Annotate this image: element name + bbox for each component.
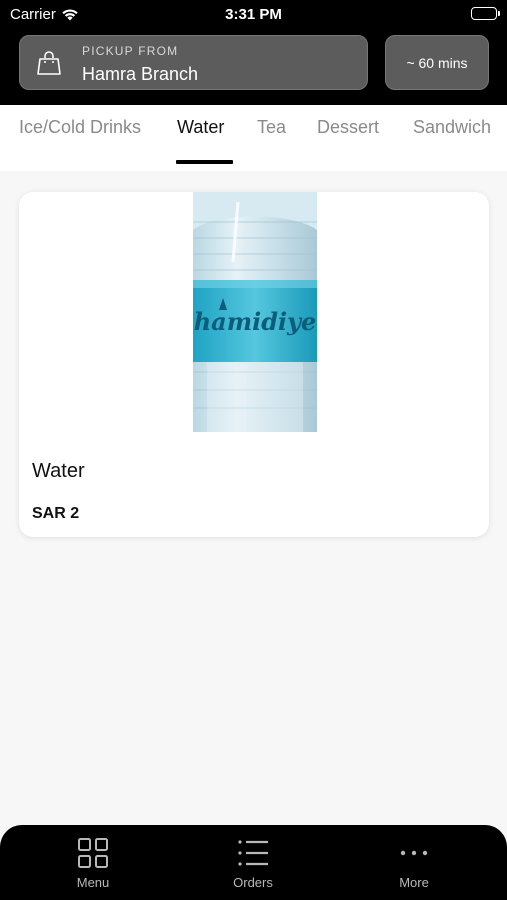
- active-tab-indicator: [176, 160, 233, 164]
- list-icon: [238, 840, 268, 866]
- pickup-branch-selector[interactable]: PICKUP FROM Hamra Branch: [19, 35, 368, 90]
- tab-sandwich[interactable]: Sandwich: [413, 117, 491, 138]
- pickup-label: PICKUP FROM: [82, 44, 179, 58]
- eta-badge[interactable]: ~ 60 mins: [385, 35, 489, 90]
- category-tabs: Ice/Cold Drinks Water Tea Dessert Sandwi…: [0, 105, 507, 171]
- tab-more-label: More: [399, 875, 429, 890]
- grid-icon: [78, 838, 108, 868]
- tab-more[interactable]: More: [354, 837, 474, 890]
- bottom-tab-bar: Menu Orders More: [0, 825, 507, 900]
- product-name: Water: [32, 460, 85, 482]
- branch-name: Hamra Branch: [82, 64, 199, 84]
- shopping-bag-icon: [37, 51, 61, 75]
- clock: 3:31 PM: [225, 6, 282, 23]
- water-bottle-image: hamidiye: [193, 192, 317, 432]
- svg-text:hamidiye: hamidiye: [194, 307, 317, 336]
- product-price: SAR 2: [32, 505, 80, 522]
- tab-dessert[interactable]: Dessert: [317, 117, 379, 138]
- product-card[interactable]: hamidiye Water SAR 2: [19, 192, 489, 537]
- tab-tea[interactable]: Tea: [257, 117, 286, 138]
- tab-ice-cold-drinks[interactable]: Ice/Cold Drinks: [19, 117, 141, 138]
- tab-menu-label: Menu: [76, 875, 110, 890]
- tab-menu[interactable]: Menu: [33, 837, 153, 890]
- tab-orders[interactable]: Orders: [193, 837, 313, 890]
- status-bar: Carrier 3:31 PM: [0, 0, 507, 28]
- more-icon: [400, 850, 428, 856]
- battery-icon: [471, 7, 500, 20]
- header-bar: Carrier 3:31 PM PICKUP FROM Hamra Branch…: [0, 0, 507, 105]
- tab-water[interactable]: Water: [177, 117, 224, 138]
- tab-orders-label: Orders: [233, 875, 273, 890]
- eta-label: ~ 60 mins: [406, 54, 468, 71]
